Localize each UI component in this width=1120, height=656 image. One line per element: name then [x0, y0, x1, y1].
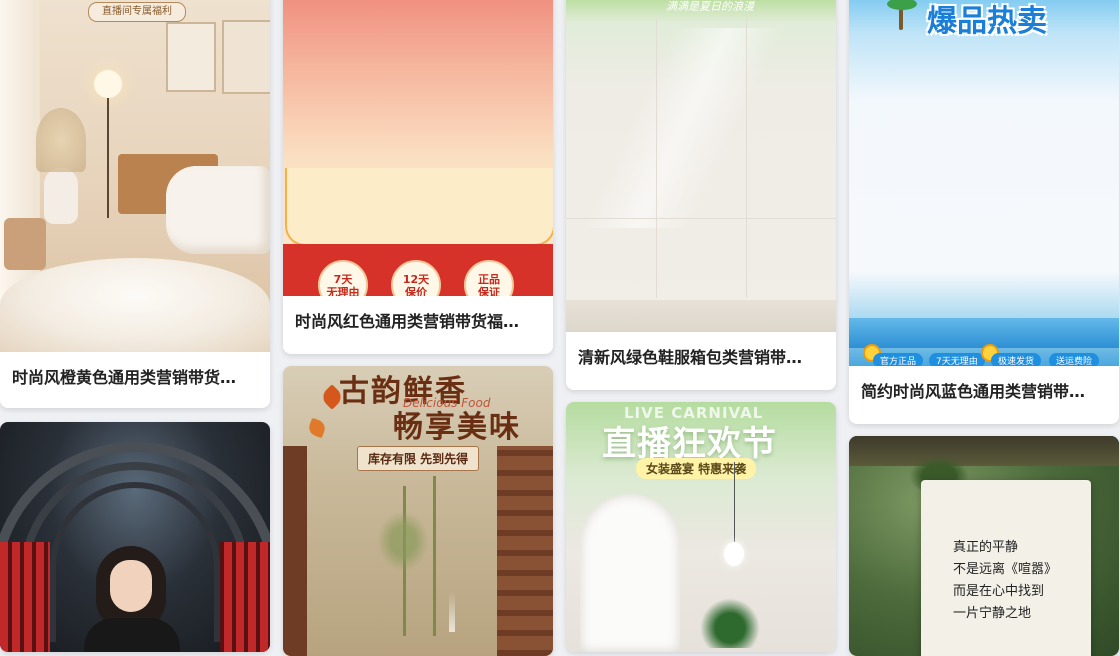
- template-card[interactable]: 直播间专属福利 时尚风橙黄色通用类营销带货…: [0, 0, 270, 408]
- template-card[interactable]: 真正的平静 不是远离《喧嚣》 而是在心中找到 一片宁静之地: [849, 436, 1119, 656]
- top-script-text: 满满是夏日的浪漫: [666, 0, 754, 13]
- template-card[interactable]: [0, 422, 270, 652]
- maple-leaf-icon: [306, 417, 328, 439]
- template-card[interactable]: 7天 无理由 12天 保价 正品 保证 时尚风红色通用类营销带货福…: [283, 0, 553, 354]
- pendant-lamp: [724, 542, 744, 566]
- card-thumbnail[interactable]: [0, 422, 270, 652]
- potted-plant: [700, 598, 760, 648]
- template-card[interactable]: 爆品热卖 官方正品 7天无理由 极速发货 送运费险 简约时尚风蓝色通用类营销带…: [849, 0, 1119, 424]
- bamboo-stalk: [433, 476, 436, 636]
- cloth-text-line: 不是远离《喧嚣》: [953, 562, 1058, 577]
- sub-tag: 女装盛宴 特惠来袭: [636, 458, 757, 479]
- light-beam: [566, 28, 836, 228]
- pill-shipping-insurance: 送运费险: [1049, 353, 1100, 366]
- cloth-text-line: 而是在心中找到: [953, 584, 1045, 599]
- floor-lamp: [94, 70, 122, 98]
- incense-smoke: [449, 592, 455, 632]
- card-thumbnail[interactable]: 古韵鲜香 Delicious Food 畅享美味 库存有限 先到先得: [283, 366, 553, 656]
- card-title[interactable]: 时尚风橙黄色通用类营销带货…: [0, 352, 270, 404]
- wooden-screen: [283, 446, 307, 656]
- card-thumbnail[interactable]: 真正的平静 不是远离《喧嚣》 而是在心中找到 一片宁静之地: [849, 436, 1119, 656]
- lattice-window: [497, 446, 553, 656]
- stock-tag: 库存有限 先到先得: [357, 446, 480, 471]
- card-thumbnail[interactable]: LIVE CARNIVAL 直播狂欢节 女装盛宴 特惠来袭: [566, 402, 836, 652]
- cloth-text-line: 一片宁静之地: [953, 606, 1032, 621]
- headline: 爆品热卖: [927, 4, 1047, 39]
- banner-label: 直播间专属福利: [88, 2, 186, 22]
- card-thumbnail[interactable]: 直播间专属福利: [0, 0, 270, 352]
- template-card[interactable]: 古韵鲜香 Delicious Food 畅享美味 库存有限 先到先得: [283, 366, 553, 656]
- wall-seam: [656, 18, 657, 298]
- bamboo-leaves: [373, 506, 433, 576]
- sea-water: [849, 318, 1119, 348]
- red-panels: [0, 542, 50, 652]
- template-card[interactable]: 满满是夏日的浪漫 清新风绿色鞋服箱包类营销带…: [566, 0, 836, 390]
- cloth-text-line: 真正的平静: [953, 540, 1019, 555]
- template-grid: 直播间专属福利 时尚风橙黄色通用类营销带货… 7天 无理由 12天 保价 正品 保证 …: [0, 0, 1120, 656]
- template-card[interactable]: LIVE CARNIVAL 直播狂欢节 女装盛宴 特惠来袭: [566, 402, 836, 652]
- wall-seam: [746, 18, 747, 298]
- pendant-cord: [734, 462, 735, 546]
- pill-fast-ship: 极速发货: [991, 353, 1042, 366]
- fluffy-rug: [0, 258, 270, 352]
- content-panel: [285, 168, 553, 246]
- headline-line-2: 畅享美味: [393, 410, 521, 445]
- wall-frame: [166, 22, 216, 92]
- pampas-grass: [36, 108, 86, 172]
- wall-frame: [222, 20, 270, 94]
- card-thumbnail[interactable]: 爆品热卖 官方正品 7天无理由 极速发货 送运费险: [849, 0, 1119, 366]
- vase: [44, 168, 78, 224]
- card-title[interactable]: 简约时尚风蓝色通用类营销带…: [849, 366, 1119, 418]
- card-thumbnail[interactable]: 7天 无理由 12天 保价 正品 保证: [283, 0, 553, 296]
- lamp-pole: [107, 98, 109, 218]
- red-panels: [220, 542, 270, 652]
- tree-branch: [849, 436, 1119, 466]
- floor: [566, 300, 836, 332]
- card-title[interactable]: 清新风绿色鞋服箱包类营销带…: [566, 332, 836, 384]
- wall-seam: [566, 218, 836, 219]
- card-title[interactable]: 时尚风红色通用类营销带货福…: [283, 296, 553, 348]
- palm-tree-icon: [887, 0, 917, 30]
- armchair: [166, 166, 270, 254]
- pill-7-day: 7天无理由: [929, 353, 985, 366]
- pill-genuine: 官方正品: [873, 353, 924, 366]
- model-jacket: [84, 618, 180, 652]
- side-table: [4, 218, 46, 270]
- model-face: [110, 560, 152, 612]
- arch-doorway: [580, 494, 680, 652]
- card-thumbnail[interactable]: 满满是夏日的浪漫: [566, 0, 836, 332]
